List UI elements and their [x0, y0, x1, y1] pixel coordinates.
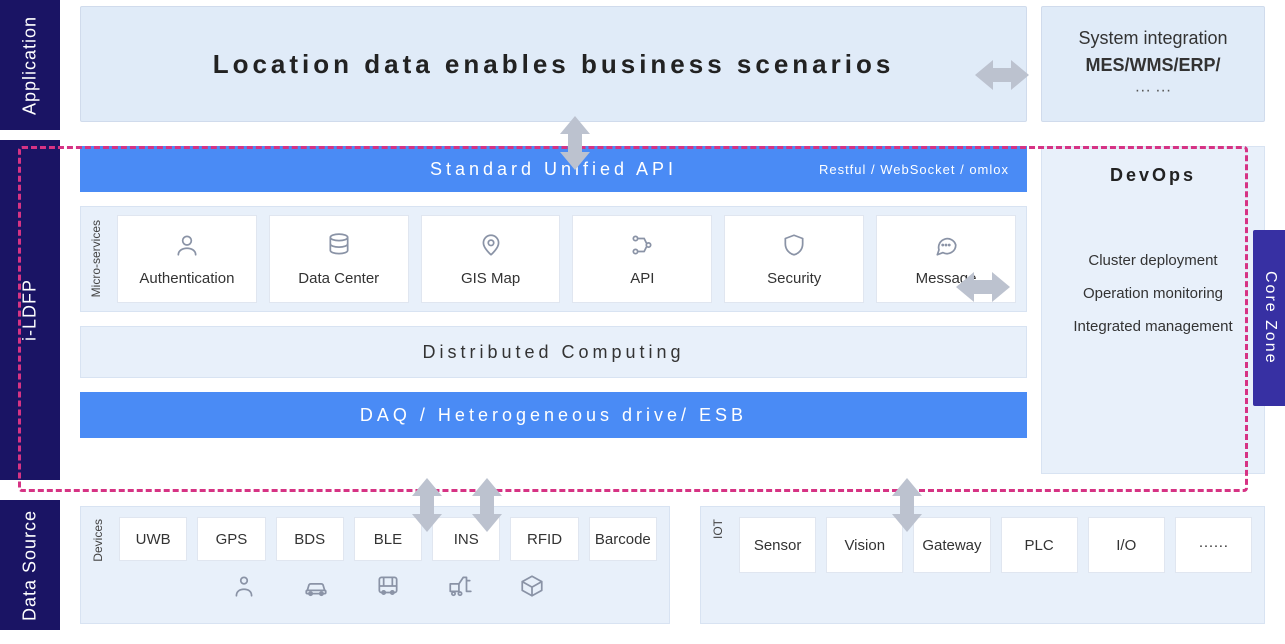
- iot-card: PLC: [1001, 517, 1078, 573]
- devops-panel: DevOps Cluster deployment Operation monit…: [1041, 146, 1265, 474]
- service-label: Authentication: [139, 270, 234, 287]
- devops-item: Integrated management: [1073, 318, 1232, 335]
- device-card: RFID: [510, 517, 578, 561]
- daq-bar-text: DAQ / Heterogeneous drive/ ESB: [360, 405, 747, 426]
- service-label: Message: [916, 270, 977, 287]
- service-label: Security: [767, 270, 821, 287]
- layer-label-datasource: Data Source: [0, 500, 60, 630]
- shield-icon: [781, 232, 807, 262]
- layer-label-application: Application: [0, 0, 60, 130]
- service-card: API: [572, 215, 712, 303]
- chat-icon: [933, 232, 959, 262]
- api-bar-title: Standard Unified API: [430, 159, 677, 180]
- iot-label: IOT: [707, 517, 729, 541]
- application-headline-panel: Location data enables business scenarios: [80, 6, 1027, 122]
- integration-line3: ··· ···: [1135, 82, 1171, 100]
- forklift-icon: [447, 573, 473, 605]
- api-bar-subtitle: Restful / WebSocket / omlox: [819, 162, 1009, 177]
- database-icon: [326, 232, 352, 262]
- service-label: API: [630, 270, 654, 287]
- devices-label: Devices: [87, 517, 109, 564]
- application-headline: Location data enables business scenarios: [213, 49, 895, 80]
- service-label: Data Center: [298, 270, 379, 287]
- service-label: GIS Map: [461, 270, 520, 287]
- distributed-computing-bar: Distributed Computing: [80, 326, 1027, 378]
- iot-card: Gateway: [913, 517, 990, 573]
- service-card: GIS Map: [421, 215, 561, 303]
- service-card: Authentication: [117, 215, 257, 303]
- person-icon: [231, 573, 257, 605]
- iot-card: I/O: [1088, 517, 1165, 573]
- map-pin-icon: [478, 232, 504, 262]
- user-icon: [174, 232, 200, 262]
- iot-card: Vision: [826, 517, 903, 573]
- bus-icon: [375, 573, 401, 605]
- box-icon: [519, 573, 545, 605]
- iot-card: ······: [1175, 517, 1252, 573]
- device-card: BLE: [354, 517, 422, 561]
- devops-item: Operation monitoring: [1083, 285, 1223, 302]
- devops-item: Cluster deployment: [1088, 252, 1217, 269]
- iot-panel: IOT SensorVisionGatewayPLCI/O······: [700, 506, 1265, 624]
- integration-line2: MES/WMS/ERP/: [1085, 55, 1220, 76]
- device-card: Barcode: [589, 517, 657, 561]
- micro-services-row: Micro-services Authentication Data Cente…: [80, 206, 1027, 312]
- device-card: INS: [432, 517, 500, 561]
- api-bar: Standard Unified API Restful / WebSocket…: [80, 146, 1027, 192]
- distributed-computing-text: Distributed Computing: [422, 342, 684, 363]
- service-card: Security: [724, 215, 864, 303]
- device-card: UWB: [119, 517, 187, 561]
- core-zone-label: Core Zone: [1261, 271, 1279, 365]
- car-icon: [303, 573, 329, 605]
- devops-title: DevOps: [1110, 165, 1196, 186]
- device-card: BDS: [276, 517, 344, 561]
- system-integration-panel: System integration MES/WMS/ERP/ ··· ···: [1041, 6, 1265, 122]
- core-zone-tab: Core Zone: [1253, 230, 1285, 406]
- devices-panel: Devices UWBGPSBDSBLEINSRFIDBarcode: [80, 506, 670, 624]
- layer-label-ildfp: i-LDFP: [0, 140, 60, 480]
- service-card: Message: [876, 215, 1016, 303]
- iot-card: Sensor: [739, 517, 816, 573]
- micro-services-label: Micro-services: [85, 218, 107, 299]
- service-card: Data Center: [269, 215, 409, 303]
- api-icon: [629, 232, 655, 262]
- device-card: GPS: [197, 517, 265, 561]
- daq-bar: DAQ / Heterogeneous drive/ ESB: [80, 392, 1027, 438]
- integration-line1: System integration: [1078, 28, 1227, 49]
